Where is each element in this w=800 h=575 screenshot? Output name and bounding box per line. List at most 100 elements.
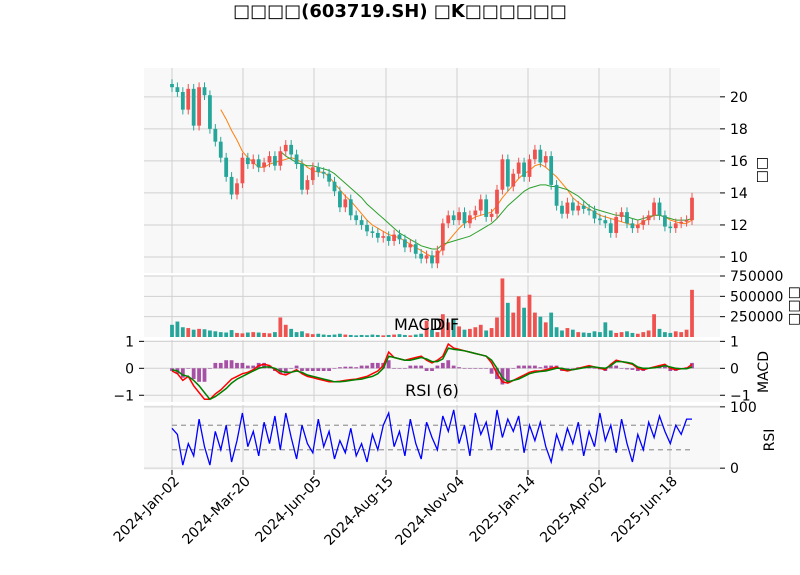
macd-ylabel: MACD — [756, 351, 772, 393]
macd-histogram-bar — [413, 365, 418, 369]
candle-body — [505, 159, 510, 187]
volume-bar — [397, 334, 402, 337]
candle-body — [180, 92, 185, 110]
volume-bar — [175, 321, 180, 337]
candle-body — [208, 95, 212, 129]
stock-chart: □□□□(603719.SH) □K□□□□□□ 101214161820 □□… — [111, 1, 800, 549]
volume-bar — [614, 332, 619, 337]
candle-body — [365, 224, 369, 232]
volume-bar — [603, 322, 608, 337]
macd-histogram-bar — [484, 368, 489, 369]
price-y-tick-label: 18 — [730, 122, 748, 138]
rsi-ylabel: RSI — [762, 429, 778, 452]
volume-bar — [240, 333, 245, 337]
volume-bar — [462, 329, 467, 337]
macd-histogram-bar — [365, 365, 369, 369]
macd-histogram-bar — [468, 368, 472, 369]
volume-bar — [690, 289, 694, 337]
volume-bar — [294, 332, 299, 337]
candle-body — [348, 199, 353, 216]
volume-bar — [478, 324, 483, 337]
volume-bar — [592, 331, 597, 337]
volume-bar — [305, 333, 310, 337]
price-y-tick-label: 14 — [730, 186, 748, 202]
volume-bar — [354, 335, 359, 337]
candle-body — [538, 149, 543, 163]
volume-bar — [668, 332, 673, 337]
candle-body — [554, 184, 559, 206]
candle-body — [397, 234, 402, 240]
candle-body — [511, 173, 516, 187]
candle-body — [235, 183, 239, 195]
x-tick-label: 2025-Apr-02 — [537, 474, 610, 547]
volume-bar — [370, 334, 375, 337]
volume-bar — [343, 334, 348, 337]
macd-histogram-bar — [543, 365, 548, 369]
volume-bar — [500, 278, 505, 337]
candle-body — [332, 181, 337, 192]
macd-histogram-bar — [197, 368, 201, 382]
dif-label: DIF — [433, 315, 459, 334]
candle-body — [668, 226, 673, 229]
rsi-y-tick-label: 0 — [730, 461, 739, 477]
rsi-label: RSI (6) — [405, 381, 459, 400]
volume-bar — [202, 329, 207, 337]
volume-bar — [533, 312, 537, 337]
volume-bar — [522, 307, 526, 337]
volume-bar — [657, 328, 662, 337]
volume-bar — [419, 333, 424, 337]
volume-panel: 250000 500000 750000 □□□ — [144, 269, 800, 337]
candle-body — [619, 212, 624, 217]
candle-body — [500, 159, 505, 190]
volume-bar — [191, 329, 196, 337]
candle-body — [419, 253, 424, 259]
macd-histogram-bar — [478, 368, 483, 369]
volume-bar — [327, 334, 331, 337]
volume-bar — [381, 335, 386, 337]
macd-histogram-bar — [457, 367, 461, 369]
macd-histogram-bar — [321, 368, 326, 371]
candle-body — [543, 156, 548, 163]
volume-bar — [576, 332, 581, 337]
macd-histogram-bar — [208, 368, 212, 369]
macd-histogram-bar — [332, 368, 337, 369]
volume-bar — [635, 333, 640, 337]
candle-body — [175, 87, 180, 93]
x-tick-label: 2024-Jun-05 — [253, 474, 325, 546]
macd-histogram-bar — [430, 368, 434, 371]
candle-body — [191, 88, 196, 126]
candle-body — [673, 223, 678, 229]
candle-body — [424, 255, 429, 259]
candle-body — [289, 144, 294, 155]
volume-bar — [641, 332, 646, 337]
volume-bar — [289, 328, 294, 337]
volume-bar — [619, 332, 624, 337]
macd-left-tick-label: −1 — [113, 388, 134, 404]
x-tick-label: 2024-Mar-20 — [180, 474, 254, 548]
volume-bar — [170, 324, 174, 337]
volume-bar — [408, 335, 413, 337]
candle-body — [576, 205, 581, 211]
candle-body — [413, 244, 418, 254]
candle-body — [495, 189, 499, 214]
macd-histogram-bar — [403, 368, 407, 369]
macd-histogram-bar — [489, 368, 494, 374]
candle-body — [375, 232, 380, 238]
price-panel-background — [144, 68, 720, 273]
volume-bar — [538, 316, 543, 337]
macd-right-tick-label: 1 — [730, 334, 739, 350]
candle-body — [641, 220, 646, 225]
macd-histogram-bar — [327, 368, 331, 371]
volume-bar — [630, 332, 635, 337]
candle-body — [657, 202, 662, 216]
candle-body — [327, 173, 331, 182]
candle-body — [652, 202, 656, 216]
volume-bar — [554, 327, 559, 337]
rsi-y-tick-label: 100 — [730, 400, 757, 416]
volume-bar — [348, 334, 353, 337]
macd-histogram-bar — [316, 368, 321, 371]
candle-body — [213, 128, 218, 142]
macd-histogram-bar — [359, 365, 364, 369]
x-tick-label: 2025-Jun-18 — [609, 474, 681, 546]
candle-body — [186, 88, 191, 110]
